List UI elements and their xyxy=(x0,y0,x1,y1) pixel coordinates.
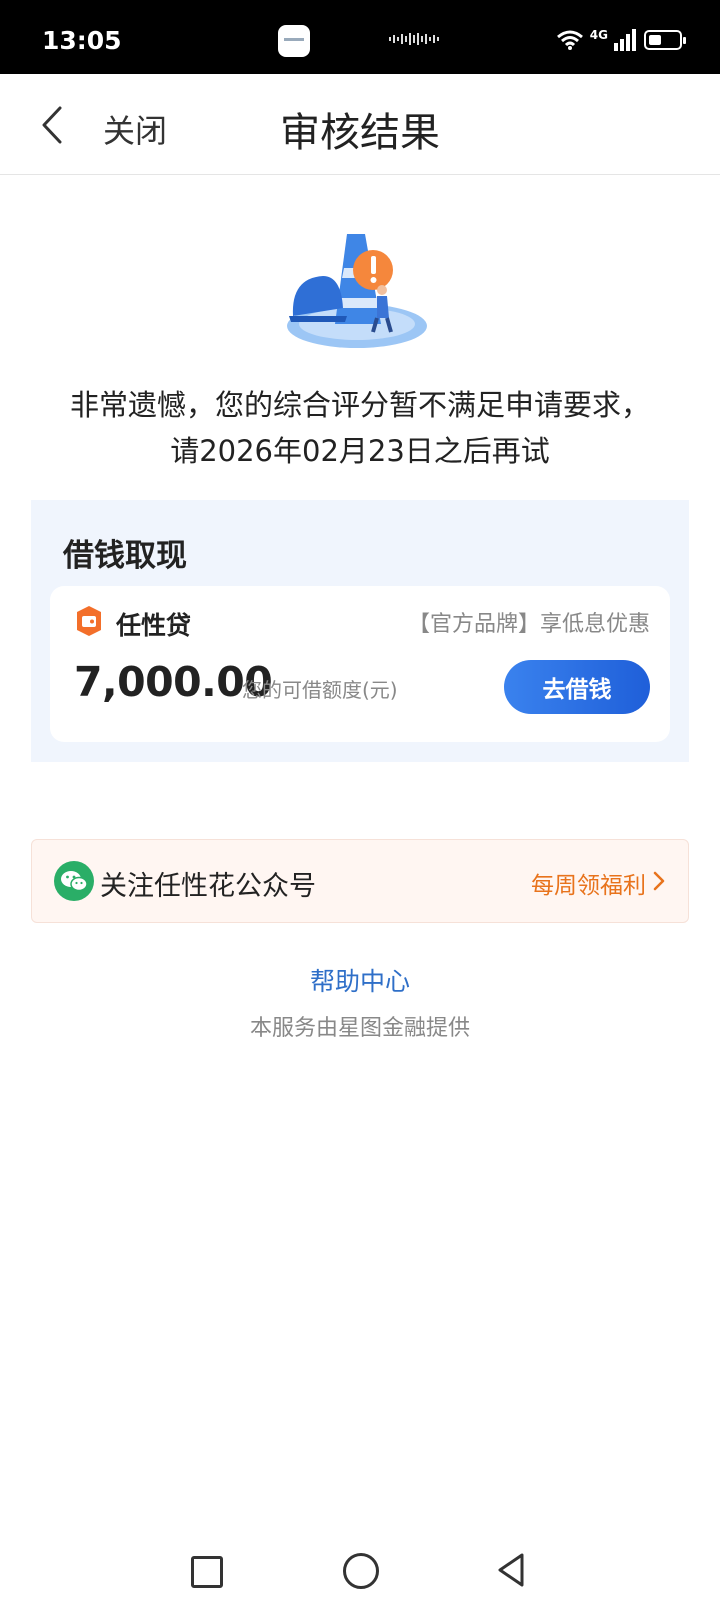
traffic-cone-warning-illustration xyxy=(287,234,427,348)
wifi-icon xyxy=(556,30,583,50)
nav-header: 关闭 审核结果 xyxy=(0,74,720,175)
page-title: 审核结果 xyxy=(280,110,440,156)
status-bar: 13:05 4G xyxy=(0,0,720,74)
wechat-follow-banner[interactable]: 关注任性花公众号 每周领福利 xyxy=(31,839,689,923)
recent-apps-icon[interactable] xyxy=(191,1556,223,1588)
app-icon xyxy=(278,25,310,57)
loan-section-title: 借钱取现 xyxy=(63,538,187,574)
network-type: 4G xyxy=(589,28,608,42)
help-center-link[interactable]: 帮助中心 xyxy=(0,962,720,998)
signal-icon xyxy=(614,29,636,51)
borrow-button[interactable]: 去借钱 xyxy=(504,660,650,714)
back-triangle-icon[interactable] xyxy=(496,1552,526,1588)
result-message-line1: 非常遗憾，您的综合评分暂不满足申请要求， xyxy=(69,388,650,422)
result-message-line2: 请2026年02月23日之后再试 xyxy=(170,434,550,468)
battery-icon xyxy=(644,30,686,50)
sound-wave-icon xyxy=(389,33,439,45)
result-message: 非常遗憾，您的综合评分暂不满足申请要求， 请2026年02月23日之后再试 xyxy=(0,382,720,474)
home-icon[interactable] xyxy=(343,1553,379,1589)
wechat-follow-text: 关注任性花公众号 xyxy=(100,871,316,902)
chevron-right-icon xyxy=(653,871,665,891)
weekly-benefit-link[interactable]: 每周领福利 xyxy=(531,866,646,900)
product-name: 任性贷 xyxy=(116,611,192,640)
wallet-icon xyxy=(77,606,101,636)
status-time: 13:05 xyxy=(42,26,122,55)
loan-section: 借钱取现 任性贷 【官方品牌】享低息优惠 7,000.00 您的可借额度(元) … xyxy=(31,500,689,762)
product-tag: 【官方品牌】享低息优惠 xyxy=(407,612,650,637)
service-provider-note: 本服务由星图金融提供 xyxy=(249,1016,470,1041)
system-nav-bar xyxy=(0,1530,720,1610)
loan-card[interactable]: 任性贷 【官方品牌】享低息优惠 7,000.00 您的可借额度(元) 去借钱 xyxy=(50,586,670,742)
wechat-icon xyxy=(54,861,94,901)
credit-amount-label: 您的可借额度(元) xyxy=(242,678,398,702)
